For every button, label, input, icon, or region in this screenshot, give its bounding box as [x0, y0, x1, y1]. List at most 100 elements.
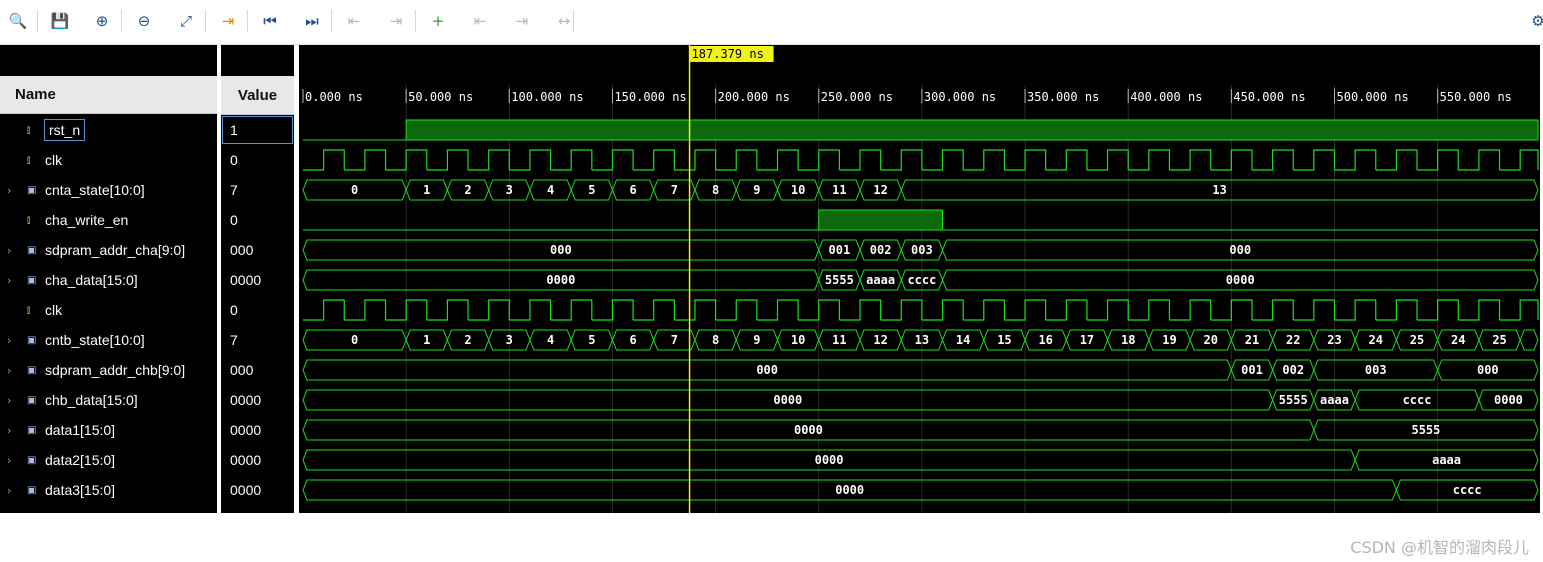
signal-row[interactable]: › ▣ cnta_state[10:0]	[0, 175, 217, 205]
bus-value-label: 11	[832, 183, 846, 197]
signal-row[interactable]: › ▣ data1[15:0]	[0, 415, 217, 445]
signal-row[interactable]: ⫾ clk	[0, 295, 217, 325]
bus-value-label: 003	[1365, 363, 1387, 377]
chevron-right-icon[interactable]: ›	[7, 334, 19, 347]
toolbar-separator	[573, 10, 574, 32]
clock-waveform	[303, 299, 1539, 321]
bus-value-label: 25	[1492, 333, 1506, 347]
bus-value-label: 000	[1229, 243, 1251, 257]
bus-value-label: 5555	[1411, 423, 1440, 437]
time-tick-label: 300.000 ns	[924, 90, 996, 104]
signal-row[interactable]: › ▣ sdpram_addr_cha[9:0]	[0, 235, 217, 265]
chevron-right-icon[interactable]: ›	[7, 454, 19, 467]
bus-value-label: 4	[547, 333, 554, 347]
chevron-right-icon[interactable]: ›	[7, 244, 19, 257]
go-to-last-time-icon[interactable]: ⏭	[300, 9, 324, 33]
signal-row[interactable]: ⫾ clk	[0, 145, 217, 175]
chevron-right-icon[interactable]: ›	[7, 184, 19, 197]
go-to-cursor-icon[interactable]: ⇥	[216, 9, 240, 33]
bus-value-label: 0000	[1494, 393, 1523, 407]
signal-value: 0000	[230, 482, 262, 498]
signal-value: 0	[230, 212, 238, 228]
signal-name: data3[15:0]	[45, 482, 116, 498]
add-marker-icon[interactable]: +	[426, 9, 450, 33]
signal-value: 0000	[230, 272, 262, 288]
bus-value-label: 18	[1121, 333, 1135, 347]
toolbar-separator	[247, 10, 248, 32]
bus-segment	[1519, 329, 1539, 351]
time-tick-label: 100.000 ns	[511, 90, 583, 104]
bus-value-label: 10	[791, 183, 805, 197]
signal-row[interactable]: › ▣ cntb_state[10:0]	[0, 325, 217, 355]
bus-value-label: 21	[1245, 333, 1259, 347]
bus-value-label: 19	[1162, 333, 1176, 347]
signal-row[interactable]: › ▣ sdpram_addr_chb[9:0]	[0, 355, 217, 385]
signal-name: data2[15:0]	[45, 452, 116, 468]
bus-value-label: 000	[1477, 363, 1499, 377]
save-icon[interactable]: 💾	[48, 9, 72, 33]
bus-value-label: 5555	[1279, 393, 1308, 407]
signal-row[interactable]: › ▣ data2[15:0]	[0, 445, 217, 475]
toolbar-separator	[121, 10, 122, 32]
value-column-header[interactable]: Value	[221, 76, 294, 115]
bus-value-label: 8	[712, 333, 719, 347]
signal-row[interactable]: › ▣ chb_data[15:0]	[0, 385, 217, 415]
bus-value-label: 003	[911, 243, 933, 257]
bus-value-label: 25	[1410, 333, 1424, 347]
bit-signal-icon: ⫾	[27, 124, 31, 136]
signal-row[interactable]: ⫾ rst_n	[0, 115, 217, 145]
bus-value-label: 8	[712, 183, 719, 197]
bus-value-label: 0	[351, 183, 358, 197]
signal-name: cha_write_en	[45, 212, 129, 228]
go-to-time-0-icon[interactable]: ⏮	[258, 9, 282, 33]
bus-value-label: aaaa	[1432, 453, 1461, 467]
time-tick-label: 350.000 ns	[1027, 90, 1099, 104]
signal-name: clk	[45, 152, 63, 168]
chevron-right-icon[interactable]: ›	[7, 364, 19, 377]
bus-value-label: 2	[464, 183, 471, 197]
signal-row[interactable]: ⫾ cha_write_en	[0, 205, 217, 235]
bus-value-label: 2	[464, 333, 471, 347]
settings-gear-icon[interactable]: ⚙	[1526, 9, 1543, 33]
clock-waveform	[303, 149, 1539, 171]
name-column-header[interactable]: Name	[0, 76, 217, 114]
zoom-out-icon[interactable]: ⊖	[132, 9, 156, 33]
waveform-panel[interactable]: 0.000 ns 50.000 ns 100.000 ns 150.000 ns 200…	[299, 45, 1540, 513]
next-marker-icon: ⇥	[515, 12, 529, 30]
bus-value-label: cccc	[907, 273, 936, 287]
bit-signal-icon: ⫾	[27, 214, 31, 226]
toolbar-separator	[415, 10, 416, 32]
waveform-canvas[interactable]: 0.000 ns 50.000 ns 100.000 ns 150.000 ns 200…	[299, 45, 1540, 513]
signal-value: 0	[230, 152, 238, 168]
bus-value-label: cccc	[1453, 483, 1482, 497]
footer-area	[0, 513, 1543, 562]
bus-signal-icon: ▣	[27, 424, 37, 436]
bus-value-label: 002	[870, 243, 892, 257]
signal-name: cha_data[15:0]	[45, 272, 138, 288]
waveform-toolbar: 🔍 💾 ⊕ ⊖ ⤢ ⇥ ⏮ ⏭ ⇤ ⇥ + ⇤ ⇥ ↔ ⚙	[0, 0, 1543, 45]
signal-name: sdpram_addr_chb[9:0]	[45, 362, 186, 378]
signal-name: rst_n	[43, 119, 86, 141]
search-icon[interactable]: 🔍	[6, 9, 30, 33]
time-tick-label: 450.000 ns	[1233, 90, 1305, 104]
chevron-right-icon[interactable]: ›	[7, 484, 19, 497]
signal-value: 000	[230, 362, 254, 378]
chevron-right-icon[interactable]: ›	[7, 424, 19, 437]
signal-row[interactable]: › ▣ cha_data[15:0]	[0, 265, 217, 295]
zoom-in-icon[interactable]: ⊕	[90, 9, 114, 33]
bus-value-label: 0000	[1226, 273, 1255, 287]
chevron-right-icon[interactable]: ›	[7, 394, 19, 407]
bus-value-label: 7	[671, 183, 678, 197]
signal-value: 1	[221, 115, 294, 145]
signal-value-panel: Value 1 0 7 0 000 0000 0 7 000 0000 0000 0000 0000	[221, 45, 294, 513]
signal-row[interactable]: › ▣ data3[15:0]	[0, 475, 217, 505]
zoom-fit-icon[interactable]: ⤢	[174, 9, 198, 33]
bus-value-label: 0000	[546, 273, 575, 287]
chevron-right-icon[interactable]: ›	[7, 274, 19, 287]
bit-signal-icon: ⫾	[27, 154, 31, 166]
bus-value-label: 5	[588, 333, 595, 347]
watermark-text: CSDN @机智的溜肉段儿	[1350, 538, 1529, 557]
next-transition-icon: ⇥	[389, 12, 403, 30]
signal-value: 7	[230, 182, 238, 198]
bus-value-label: 7	[671, 333, 678, 347]
